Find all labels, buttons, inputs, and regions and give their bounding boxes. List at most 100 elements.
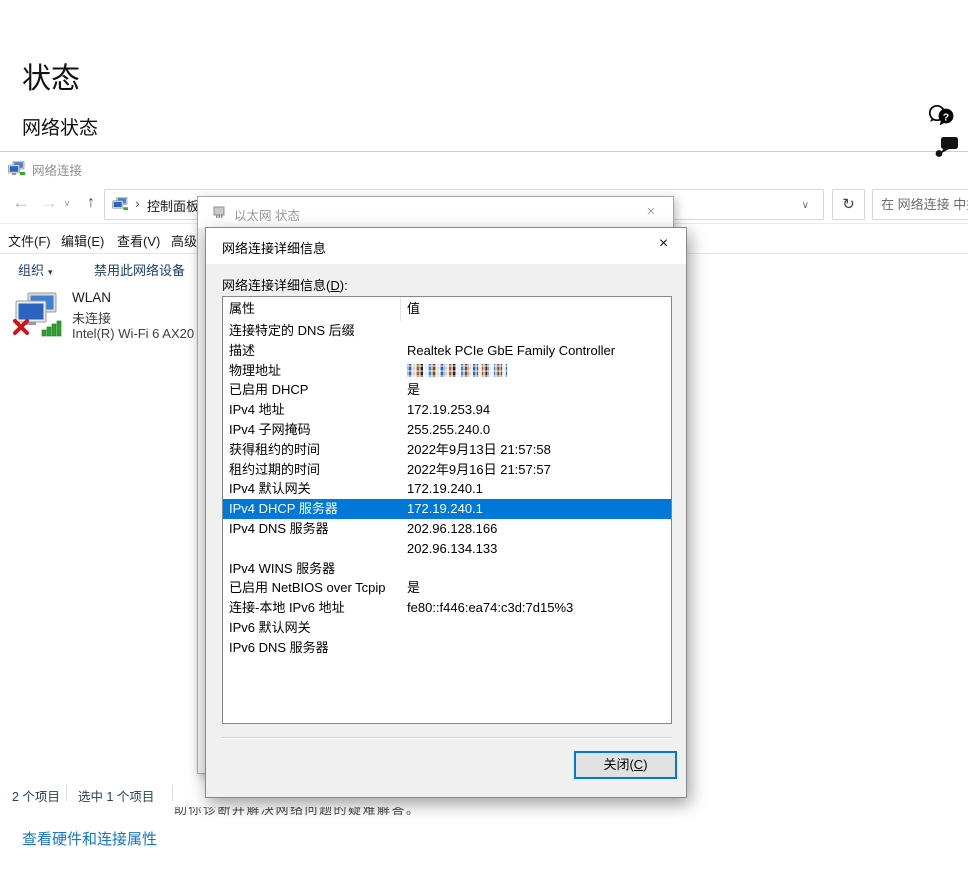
breadcrumb-control-panel[interactable]: 控制面板: [147, 196, 199, 215]
details-row[interactable]: 物理地址: [223, 361, 671, 381]
details-row[interactable]: IPv4 DNS 服务器202.96.128.166: [223, 519, 671, 539]
organize-dropdown-icon: ▾: [48, 267, 53, 277]
details-row[interactable]: 已启用 DHCP是: [223, 380, 671, 400]
statusbar-divider: [66, 785, 67, 801]
details-row[interactable]: 202.96.134.133: [223, 539, 671, 559]
listview-header[interactable]: 属性 值: [223, 297, 671, 321]
row-value: [401, 321, 671, 341]
back-icon[interactable]: ←: [8, 189, 34, 217]
row-property: 描述: [223, 341, 401, 361]
row-value: [401, 638, 671, 658]
connection-name: WLAN: [72, 290, 111, 305]
row-value: [401, 559, 671, 579]
connection-device: Intel(R) Wi-Fi 6 AX20: [72, 326, 194, 341]
row-value: 172.19.253.94: [401, 400, 671, 420]
network-connections-icon: [8, 161, 26, 176]
details-listview-rows: 连接特定的 DNS 后缀描述Realtek PCIe GbE Family Co…: [223, 321, 671, 658]
selected-count: 选中 1 个项目: [78, 786, 154, 805]
search-box: [872, 189, 968, 220]
row-value: [401, 618, 671, 638]
section-title-network-status: 网络状态: [22, 113, 98, 140]
column-value[interactable]: 值: [401, 297, 671, 321]
close-button[interactable]: 关闭(C): [574, 751, 677, 779]
details-list-label: 网络连接详细信息(D):: [222, 275, 348, 294]
details-row[interactable]: 描述Realtek PCIe GbE Family Controller: [223, 341, 671, 361]
details-row[interactable]: IPv6 DNS 服务器: [223, 638, 671, 658]
address-dropdown-icon[interactable]: ∨: [802, 200, 809, 211]
row-value: fe80::f446:ea74:c3d:7d15%3: [401, 598, 671, 618]
row-property: 连接特定的 DNS 后缀: [223, 321, 401, 341]
close-icon[interactable]: ×: [641, 228, 686, 260]
screen: 状态 网络状态 ? 助你诊断并解决网络问题的疑难解答。 查看硬件和连接属性 网络…: [0, 0, 968, 869]
menu-edit[interactable]: 编辑(E): [61, 231, 104, 250]
details-row[interactable]: IPv4 WINS 服务器: [223, 559, 671, 579]
row-property: IPv4 DHCP 服务器: [223, 499, 401, 519]
close-post: ): [643, 757, 647, 772]
row-property: IPv4 DNS 服务器: [223, 519, 401, 539]
details-row[interactable]: IPv4 地址172.19.253.94: [223, 400, 671, 420]
row-property: IPv4 地址: [223, 400, 401, 420]
row-value: 是: [401, 578, 671, 598]
row-property: IPv4 默认网关: [223, 479, 401, 499]
row-property: 物理地址: [223, 361, 401, 381]
menu-view[interactable]: 查看(V): [117, 231, 160, 250]
label-pre: 网络连接详细信息(: [222, 278, 330, 293]
search-input[interactable]: [873, 190, 968, 219]
close-mnemonic: C: [634, 757, 643, 772]
network-details-dialog: 网络连接详细信息 × 网络连接详细信息(D): 属性 值 连接特定的 DNS 后…: [205, 227, 687, 798]
breadcrumb-chevron-icon: ›: [135, 195, 140, 211]
details-row[interactable]: 已启用 NetBIOS over Tcpip是: [223, 578, 671, 598]
row-value: 172.19.240.1: [401, 499, 671, 519]
row-property: 租约过期的时间: [223, 460, 401, 480]
row-value: Realtek PCIe GbE Family Controller: [401, 341, 671, 361]
history-chevron-icon[interactable]: ∨: [60, 189, 74, 217]
column-property[interactable]: 属性: [223, 297, 401, 321]
row-property: 已启用 DHCP: [223, 380, 401, 400]
connection-status: 未连接: [72, 308, 111, 327]
view-hardware-properties-link[interactable]: 查看硬件和连接属性: [22, 828, 157, 849]
explorer-titlebar[interactable]: 网络连接: [0, 152, 968, 185]
row-value: 2022年9月16日 21:57:57: [401, 460, 671, 480]
details-row[interactable]: IPv4 默认网关172.19.240.1: [223, 479, 671, 499]
ethernet-dialog-titlebar[interactable]: 以太网 状态 ×: [198, 197, 673, 228]
organize-button[interactable]: 组织▾: [18, 260, 53, 279]
menu-file[interactable]: 文件(F): [8, 231, 51, 250]
details-listview[interactable]: 属性 值 连接特定的 DNS 后缀描述Realtek PCIe GbE Fami…: [222, 296, 672, 724]
statusbar-divider: [172, 785, 173, 801]
details-row[interactable]: IPv6 默认网关: [223, 618, 671, 638]
window-title: 网络连接: [32, 160, 82, 179]
row-property: 获得租约的时间: [223, 440, 401, 460]
details-row[interactable]: IPv4 子网掩码255.255.240.0: [223, 420, 671, 440]
row-property: IPv6 默认网关: [223, 618, 401, 638]
row-property: 连接-本地 IPv6 地址: [223, 598, 401, 618]
close-icon[interactable]: ×: [629, 197, 673, 227]
details-dialog-titlebar[interactable]: 网络连接详细信息 ×: [206, 228, 686, 264]
row-value: 202.96.128.166: [401, 519, 671, 539]
row-value: 172.19.240.1: [401, 479, 671, 499]
row-value: [401, 361, 671, 381]
row-value: 255.255.240.0: [401, 420, 671, 440]
disable-device-button[interactable]: 禁用此网络设备: [94, 260, 185, 279]
details-row[interactable]: 租约过期的时间2022年9月16日 21:57:57: [223, 460, 671, 480]
details-row[interactable]: 连接-本地 IPv6 地址fe80::f446:ea74:c3d:7d15%3: [223, 598, 671, 618]
details-row[interactable]: 连接特定的 DNS 后缀: [223, 321, 671, 341]
label-post: ):: [340, 278, 348, 293]
details-row[interactable]: 获得租约的时间2022年9月13日 21:57:58: [223, 440, 671, 460]
svg-text:?: ?: [943, 112, 949, 124]
row-property: IPv4 子网掩码: [223, 420, 401, 440]
refresh-icon[interactable]: ↻: [832, 189, 865, 220]
row-value: 是: [401, 380, 671, 400]
item-count: 2 个项目: [12, 786, 60, 805]
row-property: [223, 539, 401, 559]
up-icon[interactable]: ↑: [78, 189, 104, 217]
breadcrumb-network-icon: [112, 197, 129, 211]
row-value: 2022年9月13日 21:57:58: [401, 440, 671, 460]
physical-address-redacted-mosaic: [407, 364, 507, 377]
forward-icon[interactable]: →: [36, 189, 62, 217]
details-row[interactable]: IPv4 DHCP 服务器172.19.240.1: [223, 499, 671, 519]
wlan-adapter-icon: [12, 292, 64, 338]
row-property: IPv4 WINS 服务器: [223, 559, 401, 579]
row-property: 已启用 NetBIOS over Tcpip: [223, 578, 401, 598]
get-help-icon[interactable]: ?: [926, 101, 958, 133]
feedback-icon[interactable]: [934, 136, 960, 158]
